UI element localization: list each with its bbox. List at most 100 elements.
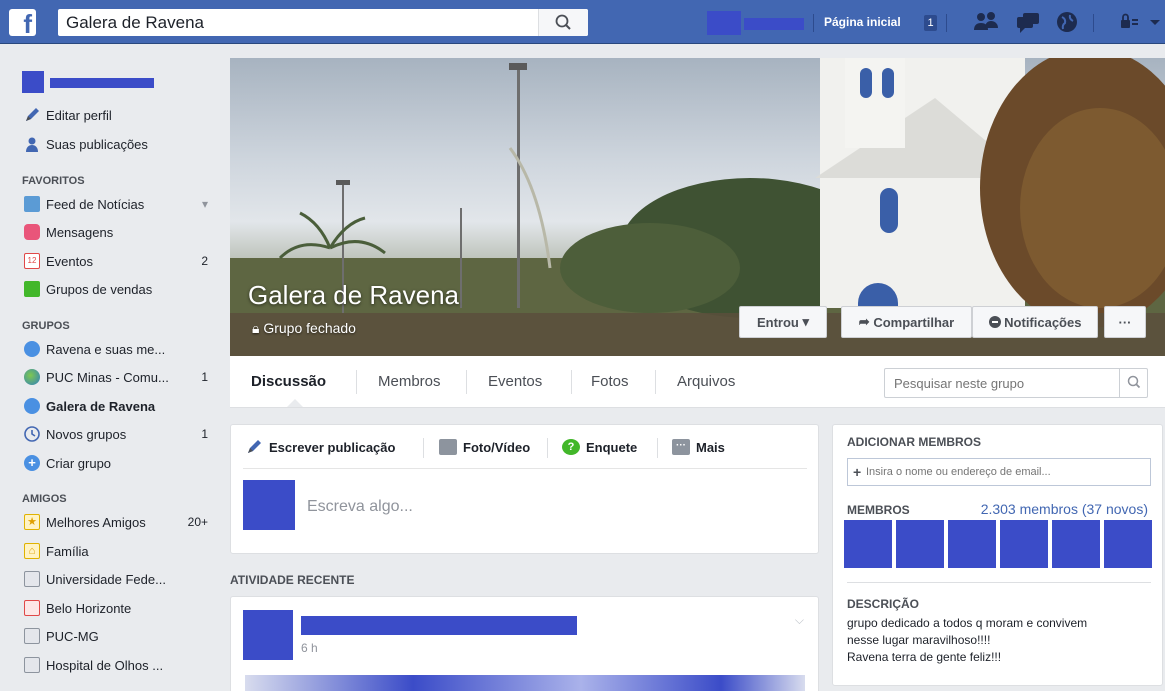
calendar-icon: 12 <box>24 253 40 269</box>
joined-button[interactable]: Entrou ▾ <box>739 306 827 338</box>
camera-icon <box>439 439 457 455</box>
tab-members[interactable]: Membros <box>378 356 441 408</box>
group-cover-photo: Galera de Ravena 🔒︎ Grupo fechado Entrou… <box>230 58 1165 356</box>
sidebar-item-label: Universidade Fede... <box>46 571 166 587</box>
write-post-label: Escrever publicação <box>269 439 396 455</box>
friend-requests-icon[interactable] <box>972 10 1000 34</box>
post-author-avatar[interactable] <box>243 610 293 660</box>
tab-photos[interactable]: Fotos <box>591 356 629 408</box>
divider <box>655 370 656 394</box>
school-icon <box>24 571 40 587</box>
photo-video-tab[interactable]: Foto/Vídeo <box>439 439 530 455</box>
group-search-input[interactable] <box>885 369 1115 397</box>
person-icon <box>26 137 38 152</box>
top-navigation-bar: f Página inicial 1 <box>0 0 1165 44</box>
facebook-logo-icon[interactable]: f <box>9 9 36 36</box>
your-posts-link[interactable]: Suas publicações <box>24 134 148 154</box>
sidebar-item-sale-groups[interactable]: Grupos de vendas <box>24 279 152 299</box>
ellipsis-icon: ··· <box>672 439 690 455</box>
divider <box>243 468 807 469</box>
add-members-header: ADICIONAR MEMBROS <box>847 435 981 449</box>
post-options-chevron-down-icon[interactable]: ⌵ <box>795 613 804 628</box>
building-icon <box>24 657 40 673</box>
groups-header: GRUPOS <box>22 320 70 332</box>
description-line: Ravena terra de gente feliz!!! <box>847 650 1002 664</box>
sidebar-item-hospital[interactable]: Hospital de Olhos ... <box>24 655 163 675</box>
member-thumbnail[interactable] <box>1000 520 1048 568</box>
sidebar-item-new-groups[interactable]: Novos grupos 1 <box>24 424 208 444</box>
photo-video-label: Foto/Vídeo <box>463 439 531 455</box>
sidebar-item-belo-horizonte[interactable]: Belo Horizonte <box>24 598 131 618</box>
search-icon <box>555 14 571 30</box>
sidebar-item-label: Belo Horizonte <box>46 600 132 616</box>
sidebar-item-family[interactable]: ⌂ Família <box>24 541 89 561</box>
sidebar-item-create-group[interactable]: + Criar grupo <box>24 453 111 473</box>
notifications-button[interactable]: Notificações <box>972 306 1098 338</box>
post-author-name-redacted[interactable] <box>301 616 577 635</box>
profile-name-redacted[interactable] <box>744 18 804 30</box>
edit-profile-label: Editar perfil <box>46 107 112 123</box>
members-count-link[interactable]: 2.303 membros (37 novos) <box>981 501 1148 517</box>
members-header: MEMBROS <box>847 503 910 517</box>
sidebar-item-label: Galera de Ravena <box>46 398 156 414</box>
poll-icon: ? <box>562 439 580 455</box>
sidebar-item-puc-mg[interactable]: PUC-MG <box>24 626 99 646</box>
privacy-shortcuts-icon[interactable] <box>1118 10 1140 34</box>
home-link[interactable]: Página inicial <box>824 15 901 29</box>
notifications-globe-icon[interactable] <box>1054 10 1080 34</box>
sidebar-item-university[interactable]: Universidade Fede... <box>24 569 166 589</box>
sidebar-item-messages[interactable]: Mensagens <box>24 222 113 242</box>
group-icon <box>24 398 40 414</box>
profile-avatar[interactable] <box>707 11 741 35</box>
sidebar-item-label: Eventos <box>46 253 93 269</box>
sidebar-item-best-friends[interactable]: ★ Melhores Amigos 20+ <box>24 512 208 532</box>
tab-files[interactable]: Arquivos <box>677 356 735 408</box>
member-thumbnail[interactable] <box>896 520 944 568</box>
sidebar-item-news-feed[interactable]: Feed de Notícias ▾ <box>24 194 208 214</box>
sidebar-item-label: Grupos de vendas <box>46 281 153 297</box>
sidebar-item-group-galera-de-ravena[interactable]: Galera de Ravena <box>24 396 155 416</box>
divider <box>847 582 1151 583</box>
poll-label: Enquete <box>586 439 638 455</box>
add-members-input[interactable] <box>848 459 1128 485</box>
share-button[interactable]: ➦ Compartilhar <box>841 306 972 338</box>
member-thumbnail[interactable] <box>1104 520 1152 568</box>
chevron-down-icon[interactable]: ▾ <box>202 197 208 211</box>
sidebar-item-events[interactable]: 12 Eventos 2 <box>24 251 208 271</box>
add-members-field: + <box>847 458 1151 486</box>
divider <box>356 370 357 394</box>
group-tab-bar: Discussão Membros Eventos Fotos Arquivos <box>230 356 1165 408</box>
search-button[interactable] <box>538 9 588 36</box>
divider <box>946 14 947 32</box>
edit-profile-link[interactable]: Editar perfil <box>24 105 112 125</box>
composer-text-input[interactable]: Escreva algo... <box>307 498 413 516</box>
sidebar-item-group-puc-minas[interactable]: PUC Minas - Comu... 1 <box>24 367 208 387</box>
account-menu-chevron-down-icon[interactable] <box>1148 10 1162 34</box>
user-name-redacted[interactable] <box>50 78 154 88</box>
post-image[interactable] <box>245 675 805 691</box>
chevron-down-icon: ▾ <box>802 314 810 329</box>
divider <box>1093 14 1094 32</box>
sidebar-item-label: Melhores Amigos <box>46 514 146 530</box>
divider <box>547 438 548 458</box>
pencil-icon <box>248 440 261 453</box>
post-timestamp[interactable]: 6 h <box>301 641 318 655</box>
group-search-button[interactable] <box>1119 369 1147 397</box>
sidebar-item-group-ravena-e-suas[interactable]: Ravena e suas me... <box>24 339 165 359</box>
user-avatar[interactable] <box>22 71 44 93</box>
poll-tab[interactable]: ? Enquete <box>562 439 637 455</box>
write-post-tab[interactable]: Escrever publicação <box>245 439 395 455</box>
member-thumbnail[interactable] <box>948 520 996 568</box>
more-options-button[interactable]: ··· <box>1104 306 1146 338</box>
search-input[interactable] <box>58 9 548 36</box>
group-title: Galera de Ravena <box>248 280 460 310</box>
feed-post: 6 h ⌵ <box>230 596 819 691</box>
messages-icon[interactable] <box>1014 10 1042 34</box>
tab-events[interactable]: Eventos <box>488 356 542 408</box>
star-icon: ★ <box>24 514 40 530</box>
divider <box>813 14 814 32</box>
member-thumbnail[interactable] <box>1052 520 1100 568</box>
divider <box>423 438 424 458</box>
more-tab[interactable]: ··· Mais <box>672 439 725 455</box>
member-thumbnail[interactable] <box>844 520 892 568</box>
